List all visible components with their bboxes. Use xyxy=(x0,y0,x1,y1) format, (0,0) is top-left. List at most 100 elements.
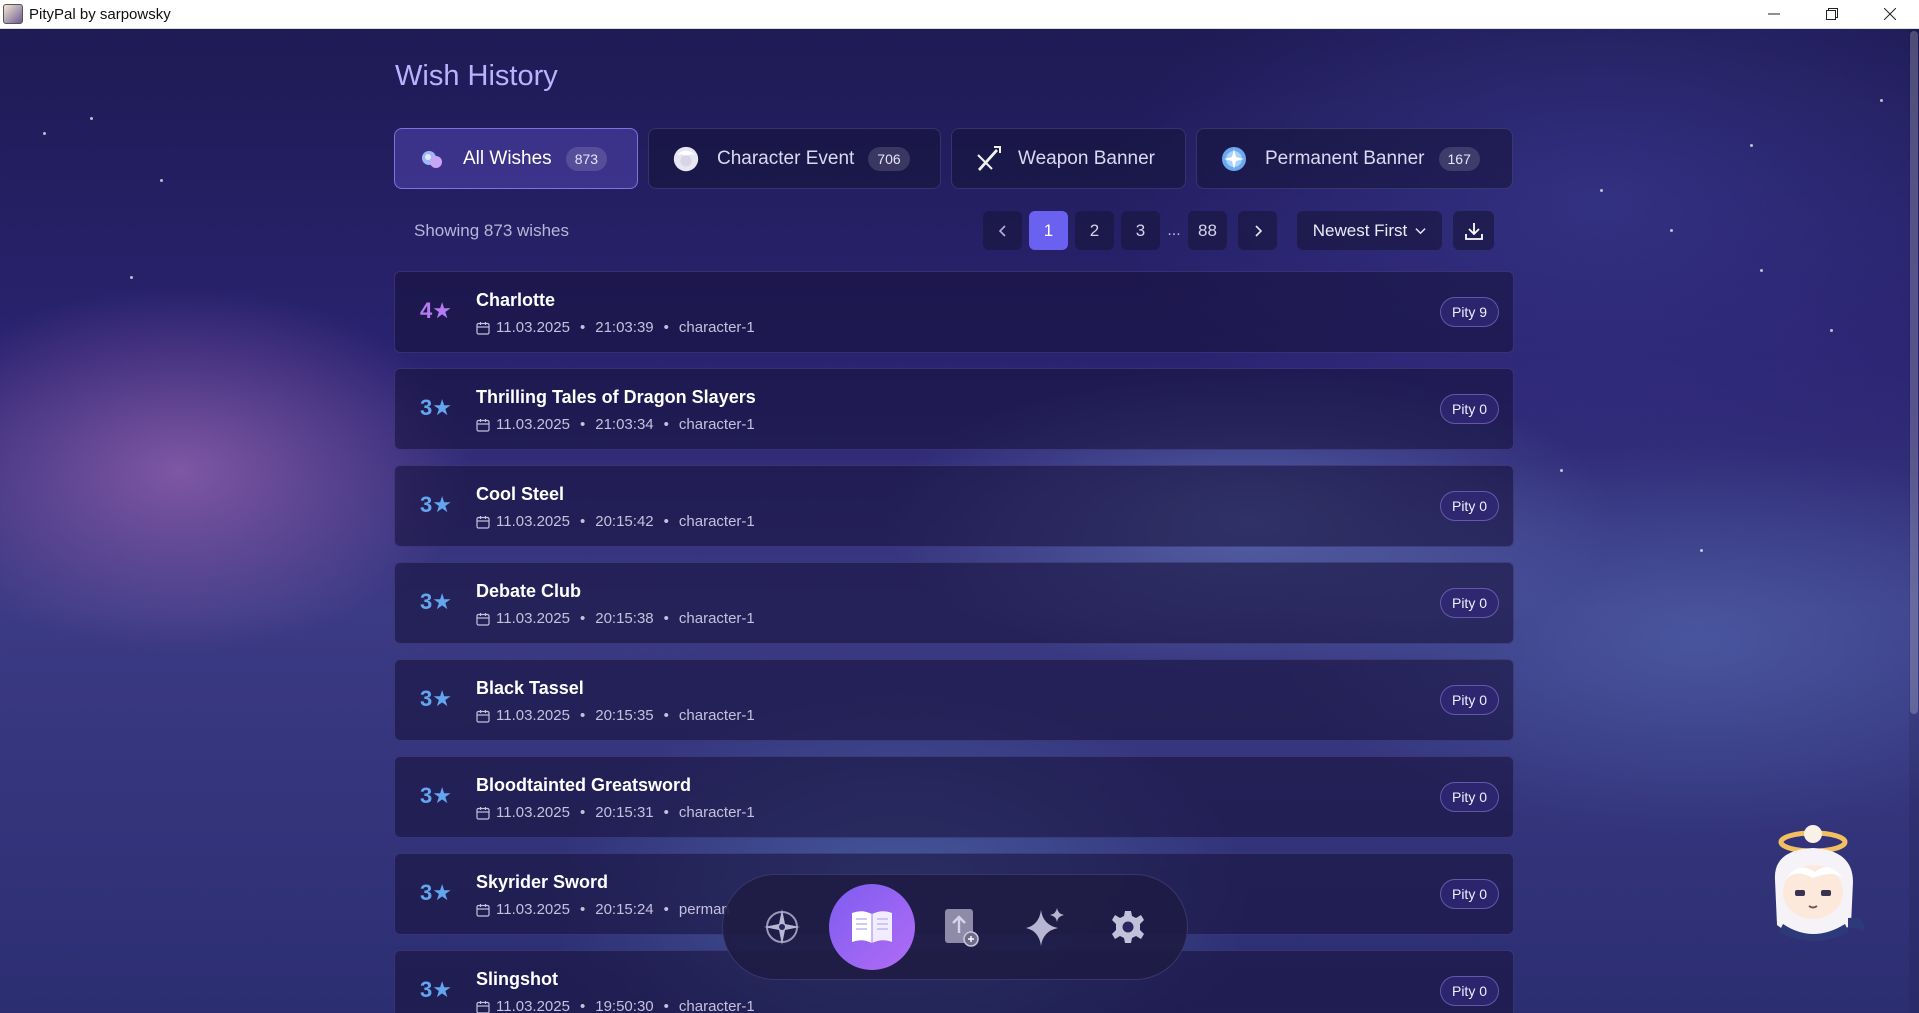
page-button-2[interactable]: 2 xyxy=(1075,211,1114,250)
character-event-icon xyxy=(671,144,701,174)
page-button-3[interactable]: 3 xyxy=(1121,211,1160,250)
wish-time: 21:03:39 xyxy=(595,319,654,336)
tab-weapon-banner[interactable]: Weapon Banner xyxy=(951,128,1186,189)
export-button[interactable] xyxy=(1453,211,1494,250)
wish-banner: character-1 xyxy=(678,610,755,627)
wish-time: 19:50:30 xyxy=(595,998,654,1013)
rarity-label: 3★ xyxy=(420,589,452,614)
pagination: 1 2 3 ... 88 xyxy=(983,211,1277,250)
tab-label: Weapon Banner xyxy=(1018,147,1155,169)
minimize-icon xyxy=(1768,13,1780,15)
calendar-icon xyxy=(476,515,490,529)
banner-tabs: All Wishes 873 Character Event 706 Weapo… xyxy=(394,128,1513,189)
app-logo-icon xyxy=(3,4,23,24)
sort-dropdown[interactable]: Newest First xyxy=(1297,211,1442,250)
calendar-icon xyxy=(476,418,490,432)
rarity-label: 4★ xyxy=(420,298,452,323)
sparkles-icon xyxy=(1025,908,1064,946)
wish-meta: 11.03.2025 • 20:15:35 • character-1 xyxy=(476,707,755,724)
wish-banner: character-1 xyxy=(678,804,755,821)
pity-badge: Pity 0 xyxy=(1439,588,1499,618)
download-icon xyxy=(1464,222,1483,240)
wish-meta: 11.03.2025 • 21:03:34 • character-1 xyxy=(476,416,755,433)
restore-icon xyxy=(1826,8,1838,20)
close-button[interactable] xyxy=(1861,0,1919,29)
wish-meta: 11.03.2025 • 19:50:30 • character-1 xyxy=(476,998,755,1013)
wish-meta: 11.03.2025 • 21:03:39 • character-1 xyxy=(476,319,755,336)
nav-wish-history-button[interactable] xyxy=(828,884,915,970)
all-wishes-icon xyxy=(417,144,447,174)
wish-row[interactable]: 3★ Cool Steel 11.03.2025 • 20:15:42 • char… xyxy=(394,465,1514,547)
close-icon xyxy=(1884,8,1896,20)
previous-page-button[interactable] xyxy=(983,211,1022,250)
pity-badge: Pity 0 xyxy=(1439,976,1499,1006)
page-button-last[interactable]: 88 xyxy=(1188,211,1227,250)
wish-date: 11.03.2025 xyxy=(496,707,570,724)
wish-row[interactable]: 3★ Debate Club 11.03.2025 • 20:15:38 • cha… xyxy=(394,562,1514,644)
title-bar: PityPal by sarpowsky xyxy=(0,0,1919,29)
window-controls xyxy=(1745,0,1919,29)
pity-badge: Pity 0 xyxy=(1439,879,1499,909)
scrollbar-thumb[interactable] xyxy=(1910,31,1918,714)
pity-badge: Pity 0 xyxy=(1439,685,1499,715)
nav-wish-simulator-button[interactable] xyxy=(1008,890,1082,964)
wish-banner: character-1 xyxy=(678,998,755,1013)
wish-banner: character-1 xyxy=(678,513,755,530)
wish-date: 11.03.2025 xyxy=(496,901,570,918)
nav-banners-button[interactable] xyxy=(924,890,998,964)
nav-settings-button[interactable] xyxy=(1091,890,1165,964)
pity-badge: Pity 9 xyxy=(1439,297,1499,327)
banner-upload-icon xyxy=(945,909,979,947)
next-page-button[interactable] xyxy=(1238,211,1277,250)
wish-row[interactable]: 3★ Thrilling Tales of Dragon Slayers 11.… xyxy=(394,368,1514,450)
tab-permanent-banner[interactable]: Permanent Banner 167 xyxy=(1196,128,1513,189)
wish-row[interactable]: 3★ Bloodtainted Greatsword 11.03.2025 • 2… xyxy=(394,756,1514,838)
page-button-1[interactable]: 1 xyxy=(1029,211,1068,250)
rarity-label: 3★ xyxy=(420,880,452,905)
wish-row[interactable]: 3★ Black Tassel 11.03.2025 • 20:15:35 • ch… xyxy=(394,659,1514,741)
wish-time: 20:15:38 xyxy=(595,610,654,627)
wish-name: Thrilling Tales of Dragon Slayers xyxy=(476,387,756,407)
wish-date: 11.03.2025 xyxy=(496,610,570,627)
tab-count-badge: 167 xyxy=(1438,146,1480,171)
sort-label: Newest First xyxy=(1312,220,1408,240)
wish-date: 11.03.2025 xyxy=(496,804,570,821)
weapon-banner-icon xyxy=(974,144,1002,174)
nav-explore-button[interactable] xyxy=(745,890,819,964)
chevron-right-icon xyxy=(1254,224,1262,237)
calendar-icon xyxy=(476,903,490,917)
bottom-navigation-dock xyxy=(722,874,1188,980)
restore-button[interactable] xyxy=(1803,0,1861,29)
calendar-icon xyxy=(476,806,490,820)
pagination-ellipsis: ... xyxy=(1167,221,1181,239)
wish-banner: character-1 xyxy=(678,319,755,336)
wish-time: 20:15:24 xyxy=(595,901,654,918)
wish-banner: character-1 xyxy=(678,416,755,433)
wish-meta: 11.03.2025 • 20:15:38 • character-1 xyxy=(476,610,755,627)
rarity-label: 3★ xyxy=(420,395,452,420)
tab-all-wishes[interactable]: All Wishes 873 xyxy=(394,128,638,189)
wish-date: 11.03.2025 xyxy=(496,416,570,433)
wish-row[interactable]: 4★ Charlotte 11.03.2025 • 21:03:39 • chara… xyxy=(394,271,1514,353)
wish-time: 20:15:31 xyxy=(595,804,654,821)
paimon-mascot-image[interactable] xyxy=(1763,820,1873,945)
tab-count-badge: 873 xyxy=(565,146,608,171)
calendar-icon xyxy=(476,1000,490,1013)
scrollbar[interactable] xyxy=(1909,29,1919,1013)
pity-badge: Pity 0 xyxy=(1439,491,1499,521)
wish-date: 11.03.2025 xyxy=(496,998,570,1013)
rarity-label: 3★ xyxy=(420,492,452,517)
wish-meta: 11.03.2025 • 20:15:42 • character-1 xyxy=(476,513,755,530)
wish-name: Charlotte xyxy=(476,290,556,310)
wish-date: 11.03.2025 xyxy=(496,513,570,530)
rarity-label: 3★ xyxy=(420,977,452,1002)
pity-badge: Pity 0 xyxy=(1439,394,1499,424)
chevron-left-icon xyxy=(998,224,1006,237)
results-count: Showing 873 wishes xyxy=(414,221,569,240)
wish-time: 20:15:42 xyxy=(595,513,654,530)
tab-character-event[interactable]: Character Event 706 xyxy=(648,128,941,189)
tab-label: All Wishes xyxy=(463,147,552,169)
minimize-button[interactable] xyxy=(1745,0,1803,29)
calendar-icon xyxy=(476,321,490,335)
permanent-banner-icon xyxy=(1219,144,1249,174)
